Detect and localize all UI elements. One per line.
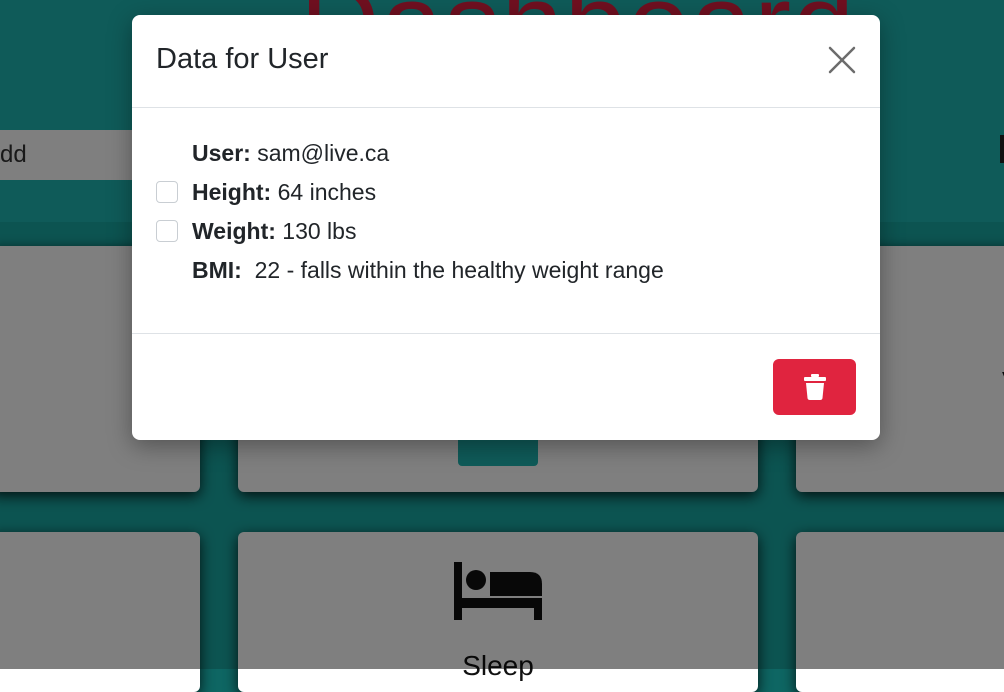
- delete-button[interactable]: [773, 359, 856, 415]
- weight-label: Weight:: [192, 218, 276, 244]
- weight-checkbox[interactable]: [156, 220, 178, 242]
- height-value: 64 inches: [271, 179, 377, 205]
- user-data-modal: Data for User User: sam@live.ca Height: …: [132, 15, 880, 440]
- height-row: Height: 64 inches: [132, 177, 832, 207]
- modal-body: User: sam@live.ca Height: 64 inches Weig…: [132, 108, 880, 334]
- weight-row: Weight: 130 lbs: [132, 216, 832, 246]
- user-value: sam@live.ca: [250, 140, 390, 166]
- bmi-label: BMI:: [192, 257, 242, 283]
- modal-title: Data for User: [156, 43, 329, 75]
- bmi-row: BMI: 22 - falls within the healthy weigh…: [132, 255, 832, 285]
- close-icon: [828, 46, 856, 74]
- user-row: User: sam@live.ca: [132, 138, 832, 168]
- height-label: Height:: [192, 179, 272, 205]
- user-label: User:: [192, 140, 251, 166]
- weight-value: 130 lbs: [275, 218, 357, 244]
- trash-icon: [803, 374, 826, 400]
- modal-header: Data for User: [132, 15, 880, 108]
- height-checkbox[interactable]: [156, 181, 178, 203]
- bmi-value: 22 - falls within the healthy weight ran…: [241, 257, 664, 283]
- close-button[interactable]: [825, 43, 859, 77]
